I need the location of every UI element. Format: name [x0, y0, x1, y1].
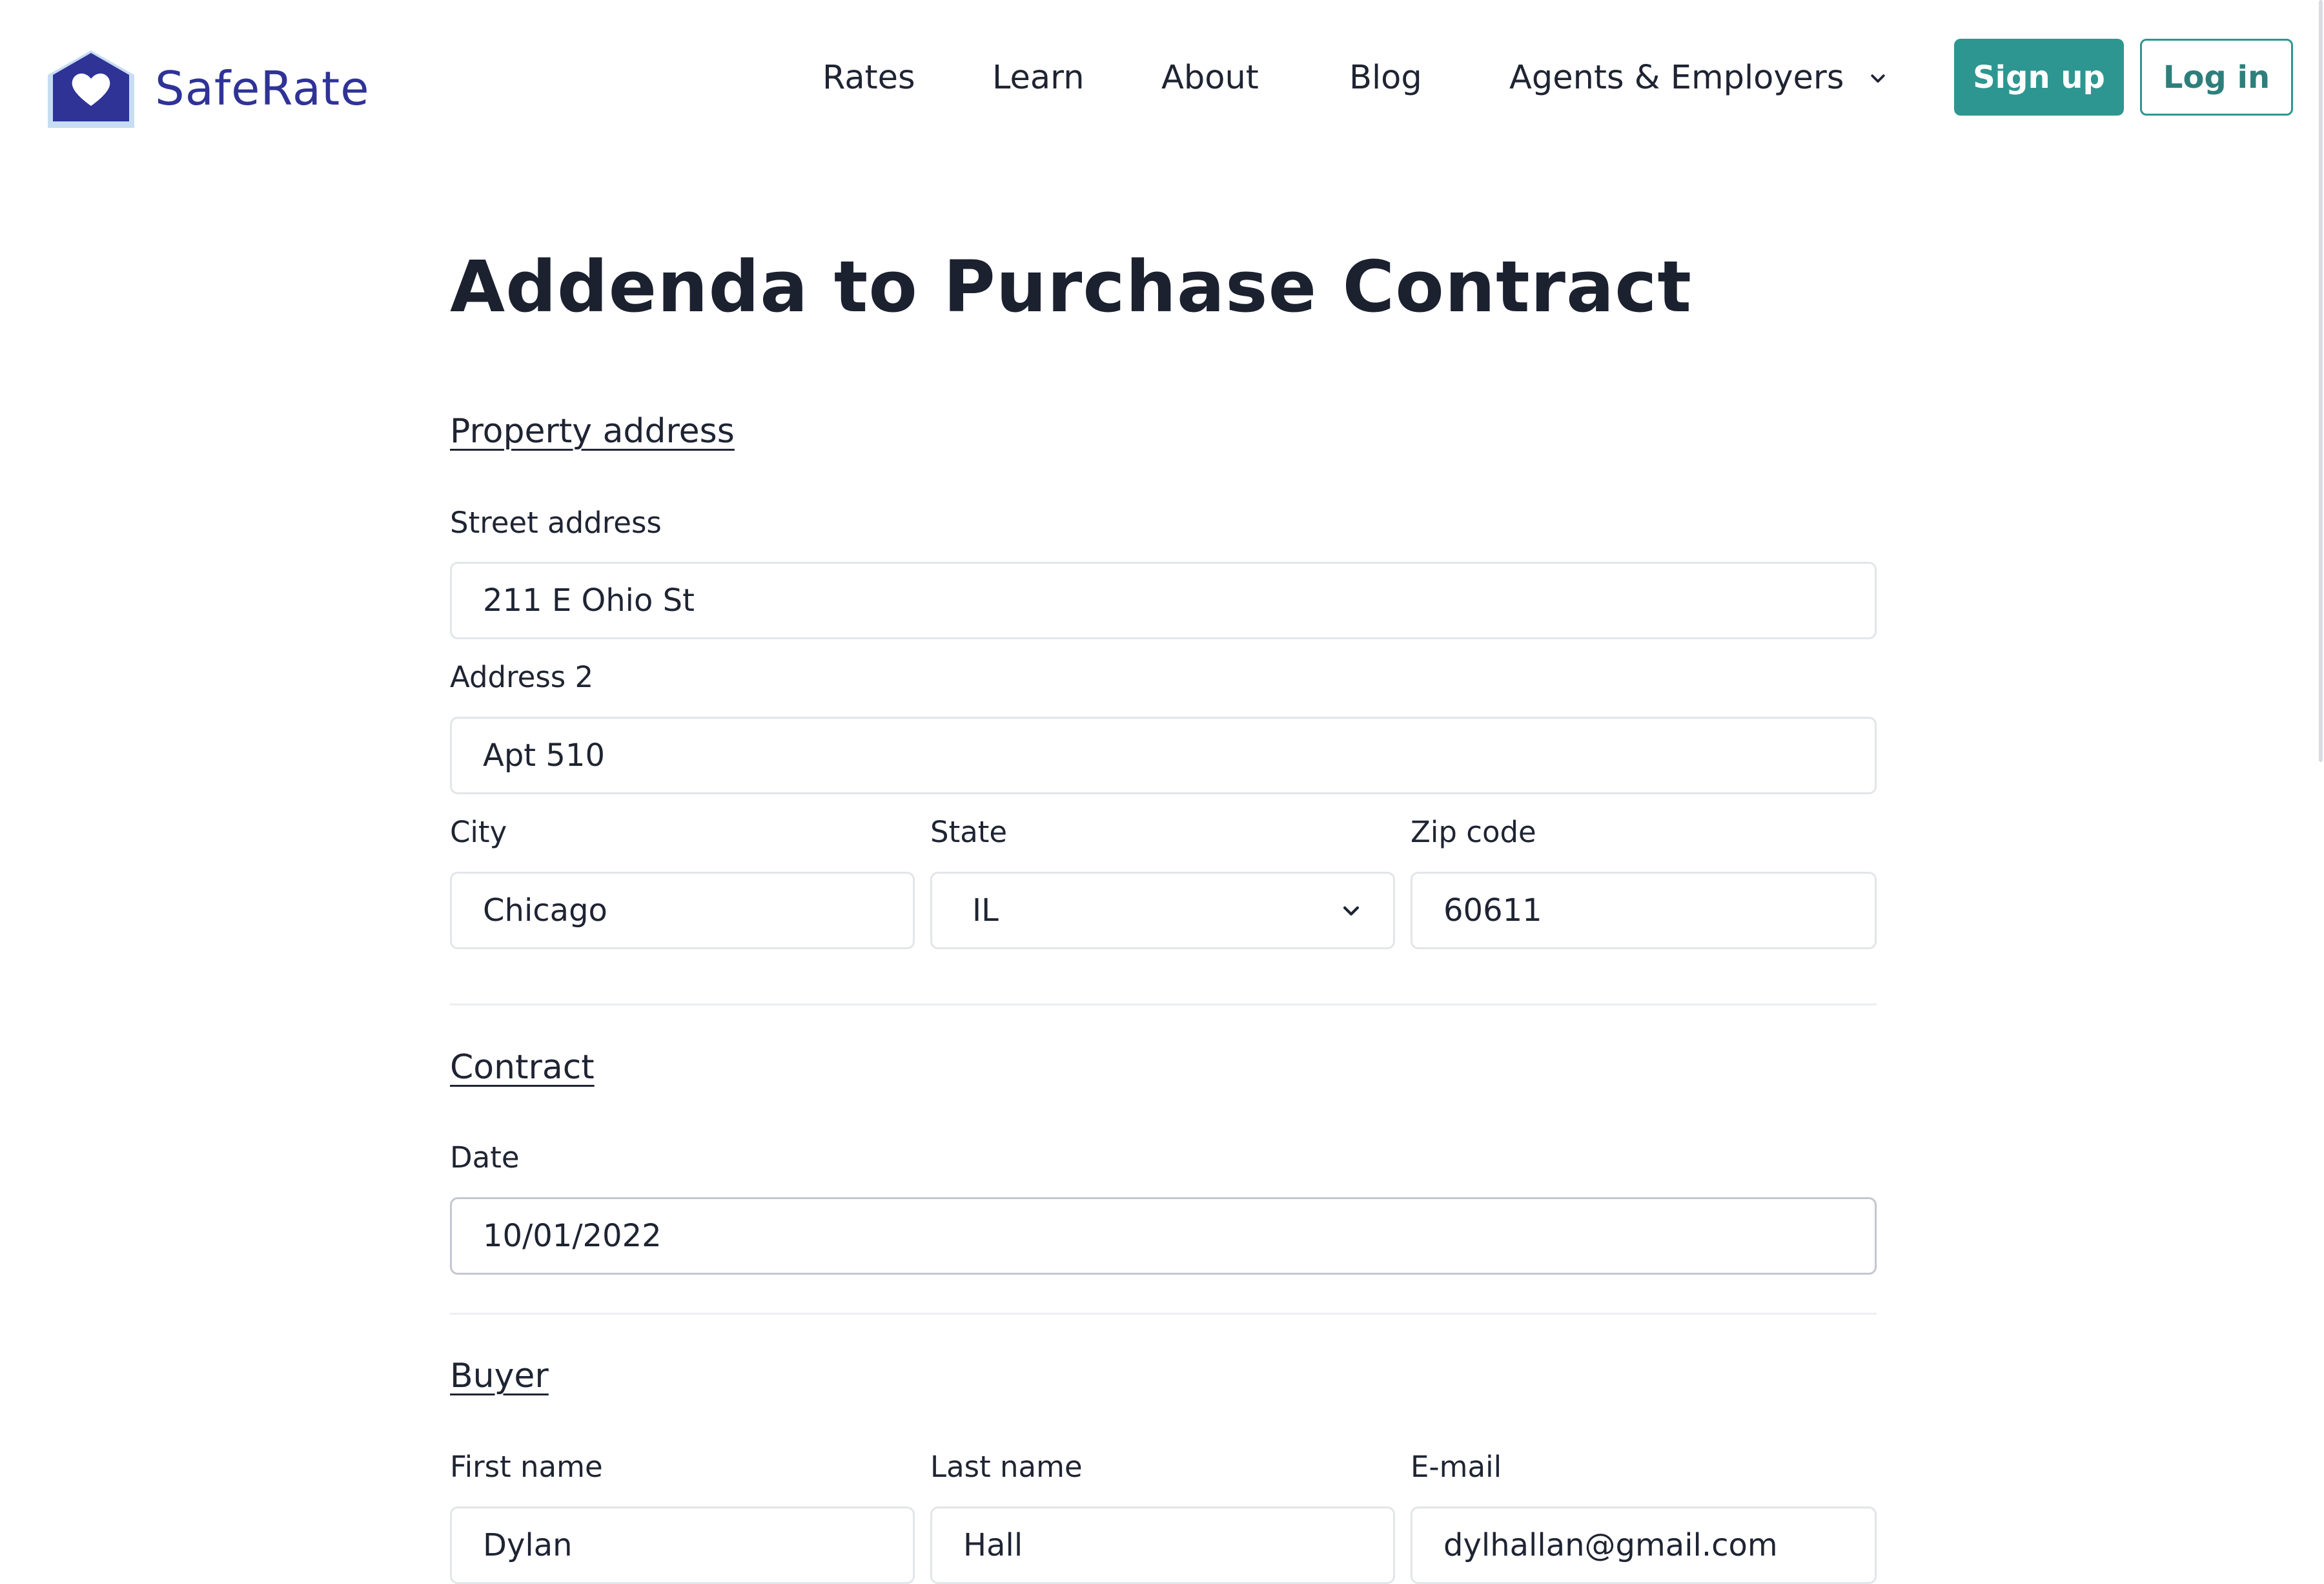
- chevron-down-icon: [1343, 906, 1360, 916]
- email-input[interactable]: dylhallan@gmail.com: [1411, 1507, 1877, 1584]
- scrollbar-thumb[interactable]: [2319, 0, 2323, 762]
- section-property-address[interactable]: Property address: [450, 412, 735, 451]
- house-heart-icon: [48, 50, 134, 128]
- nav-agents-label: Agents & Employers: [1509, 59, 1844, 97]
- section-contract[interactable]: Contract: [450, 1048, 595, 1087]
- first-name-input[interactable]: Dylan: [450, 1507, 915, 1584]
- nav-about[interactable]: About: [1161, 56, 1259, 101]
- date-label: Date: [450, 1140, 520, 1175]
- scrollbar[interactable]: [2315, 0, 2324, 762]
- date-input[interactable]: 10/01/2022: [450, 1197, 1877, 1275]
- chevron-down-icon: [1871, 74, 1886, 83]
- street-address-input[interactable]: 211 E Ohio St: [450, 562, 1877, 639]
- site-header: SafeRate Rates Learn About Blog Agents &…: [0, 0, 2324, 155]
- street-address-label: Street address: [450, 506, 662, 540]
- state-value: IL: [972, 892, 999, 929]
- section-divider: [450, 1313, 1877, 1315]
- address2-input[interactable]: Apt 510: [450, 717, 1877, 794]
- first-name-label: First name: [450, 1450, 603, 1484]
- nav-rates[interactable]: Rates: [822, 56, 915, 101]
- zip-code-input[interactable]: 60611: [1411, 872, 1877, 949]
- zip-code-label: Zip code: [1411, 815, 1536, 849]
- address2-label: Address 2: [450, 660, 594, 694]
- logo[interactable]: SafeRate: [46, 50, 370, 128]
- page-title: Addenda to Purchase Contract: [450, 245, 1692, 328]
- brand-name: SafeRate: [155, 61, 370, 116]
- sign-up-button[interactable]: Sign up: [1954, 39, 2124, 116]
- section-divider: [450, 1003, 1877, 1005]
- nav-agents-employers[interactable]: Agents & Employers: [1509, 56, 1888, 101]
- city-label: City: [450, 815, 507, 849]
- last-name-input[interactable]: Hall: [930, 1507, 1395, 1584]
- email-label: E-mail: [1411, 1450, 1502, 1484]
- last-name-label: Last name: [930, 1450, 1083, 1484]
- nav-learn[interactable]: Learn: [992, 56, 1085, 101]
- nav-blog[interactable]: Blog: [1349, 56, 1422, 101]
- section-buyer[interactable]: Buyer: [450, 1357, 549, 1395]
- city-input[interactable]: Chicago: [450, 872, 915, 949]
- state-label: State: [930, 815, 1008, 849]
- state-select[interactable]: IL: [930, 872, 1395, 949]
- log-in-button[interactable]: Log in: [2140, 39, 2293, 116]
